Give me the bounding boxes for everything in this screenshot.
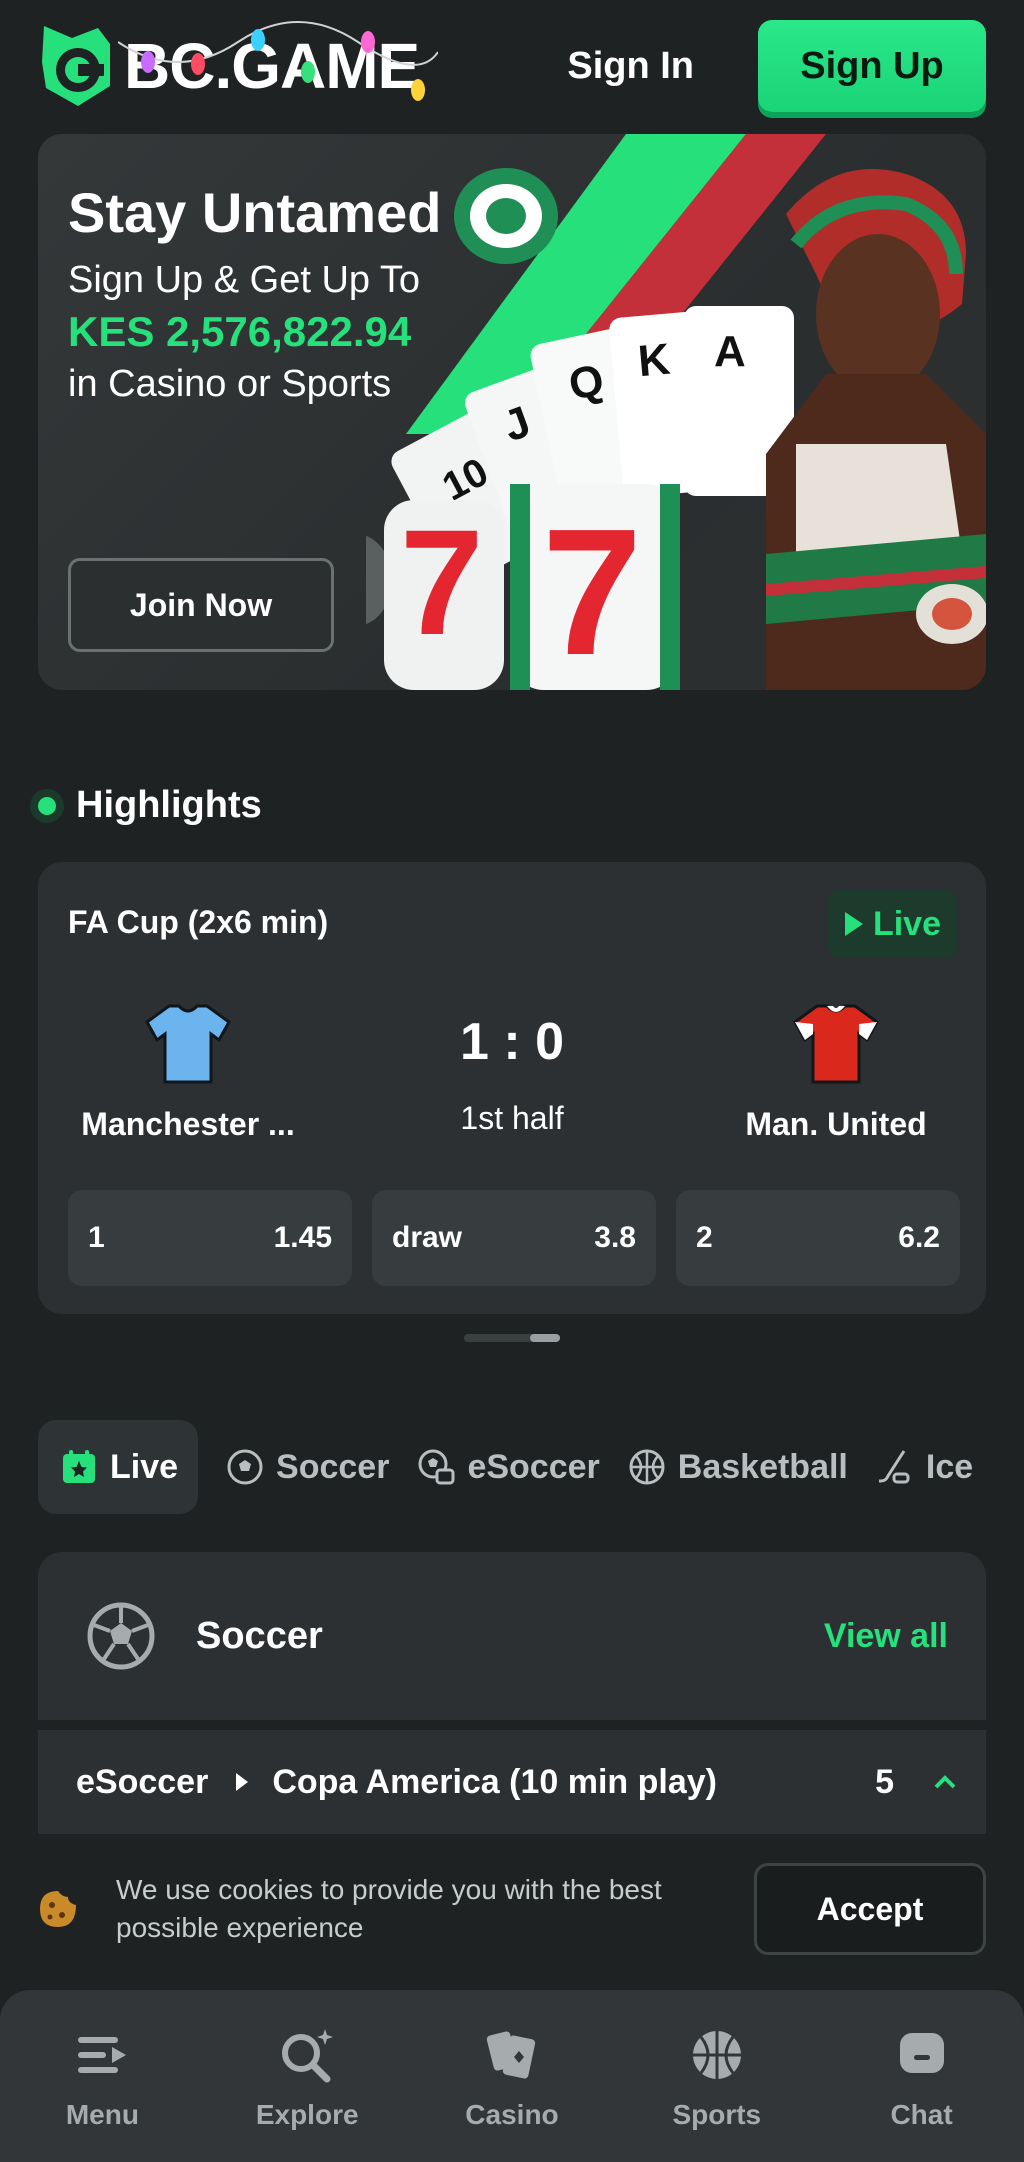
play-icon [844, 912, 863, 936]
nav-explore[interactable]: Explore [227, 2025, 387, 2131]
soccer-section-header: Soccer View all [38, 1552, 986, 1720]
soccer-ball-icon [227, 1449, 263, 1485]
promo-banner[interactable]: Stay Untamed Sign Up & Get Up To KES 2,5… [38, 134, 986, 690]
match-league: FA Cup (2x6 min) [68, 904, 329, 940]
nav-label: Sports [672, 2099, 762, 2130]
logo[interactable]: BC.GAME [38, 21, 438, 110]
section-title: Soccer [196, 1614, 323, 1657]
chat-icon [899, 2033, 944, 2073]
odds-value: 1.45 [273, 1221, 332, 1254]
league-row[interactable]: eSoccer Copa America (10 min play) 5 [38, 1730, 986, 1834]
odds-label: draw [392, 1221, 463, 1254]
nav-menu[interactable]: Menu [22, 2025, 182, 2131]
sign-in-link[interactable]: Sign In [567, 45, 694, 88]
nav-label: Chat [890, 2099, 953, 2130]
caret-right-icon [236, 1773, 249, 1791]
join-now-button[interactable]: Join Now [68, 558, 334, 652]
live-badge-label: Live [872, 904, 942, 943]
tab-label: Basketball [677, 1447, 848, 1486]
highlight-match-card[interactable]: FA Cup (2x6 min) Live Manchester ... 1 :… [38, 862, 986, 1314]
accept-cookies-button[interactable]: Accept [754, 1863, 986, 1955]
sign-up-button[interactable]: Sign Up [758, 20, 986, 112]
tab-live[interactable]: Live [38, 1420, 199, 1514]
league-name: Copa America (10 min play) [272, 1762, 717, 1801]
odds-row: 1 1.45 draw 3.8 2 6.2 [68, 1190, 960, 1286]
odds-draw-button[interactable]: draw 3.8 [372, 1190, 656, 1286]
basketball-icon [629, 1449, 665, 1485]
card-letter: A [714, 327, 746, 376]
live-badge: Live [828, 890, 958, 958]
explore-icon [282, 2029, 334, 2083]
odds-home-button[interactable]: 1 1.45 [68, 1190, 352, 1286]
nav-label: Menu [65, 2099, 139, 2130]
away-team: Man. United [686, 1002, 986, 1143]
tab-label: Ice [925, 1447, 974, 1486]
carousel-indicator[interactable] [464, 1334, 560, 1342]
nav-chat[interactable]: Chat [842, 2025, 1002, 2131]
cookie-icon [40, 1891, 76, 1927]
live-dot-icon [30, 788, 64, 823]
cookie-banner: We use cookies to provide you with the b… [0, 1834, 1024, 1984]
tab-basketball[interactable]: Basketball [628, 1420, 848, 1514]
nav-sports[interactable]: Sports [637, 2025, 797, 2131]
logo-text: BC.GAME [124, 30, 420, 102]
sport-tabs: Live Soccer eSoccer Basketball Ice [38, 1420, 973, 1514]
tab-label: eSoccer [467, 1447, 600, 1486]
away-team-name: Man. United [745, 1106, 927, 1142]
calendar-star-icon [63, 1450, 95, 1483]
slot-reels: 7 7 [366, 484, 680, 690]
chevron-up-icon[interactable] [934, 1775, 956, 1789]
league-category: eSoccer [76, 1762, 209, 1801]
tab-soccer[interactable]: Soccer [226, 1420, 389, 1514]
bottom-navigation: Menu Explore Casino Sports Chat [0, 1990, 1024, 2162]
away-shirt-icon [793, 1004, 879, 1084]
nav-casino[interactable]: Casino [432, 2025, 592, 2131]
poker-chip-icon [454, 168, 558, 264]
tab-esoccer[interactable]: eSoccer [417, 1420, 600, 1514]
ice-hockey-icon [878, 1450, 910, 1484]
menu-icon [78, 2037, 127, 2073]
highlights-heading: Highlights [30, 784, 262, 827]
basketball-icon [692, 2031, 741, 2079]
odds-away-button[interactable]: 2 6.2 [676, 1190, 960, 1286]
logo-mark-icon [42, 26, 110, 106]
odds-label: 1 [88, 1221, 105, 1254]
cookie-message: We use cookies to provide you with the b… [116, 1874, 662, 1943]
nav-label: Casino [465, 2099, 559, 2130]
odds-value: 3.8 [594, 1221, 636, 1254]
card-letter: K [636, 335, 672, 387]
top-header: BC.GAME Sign In Sign Up [0, 0, 1024, 132]
tab-label: Soccer [276, 1447, 390, 1486]
league-match-count: 5 [875, 1762, 894, 1801]
casino-cards-icon [486, 2031, 536, 2079]
tab-ice-hockey[interactable]: Ice [876, 1420, 973, 1514]
promo-artwork: 10 J Q K A 7 7 [366, 134, 986, 690]
tab-label: Live [110, 1447, 179, 1486]
odds-label: 2 [696, 1221, 713, 1254]
odds-value: 6.2 [898, 1221, 940, 1254]
view-all-link[interactable]: View all [824, 1617, 948, 1656]
soccer-ball-icon [87, 1602, 155, 1670]
slot-symbol: 7 [542, 492, 642, 690]
slot-symbol: 7 [400, 498, 483, 666]
highlights-title: Highlights [76, 784, 262, 826]
esoccer-icon [418, 1449, 455, 1485]
nav-label: Explore [255, 2099, 359, 2130]
